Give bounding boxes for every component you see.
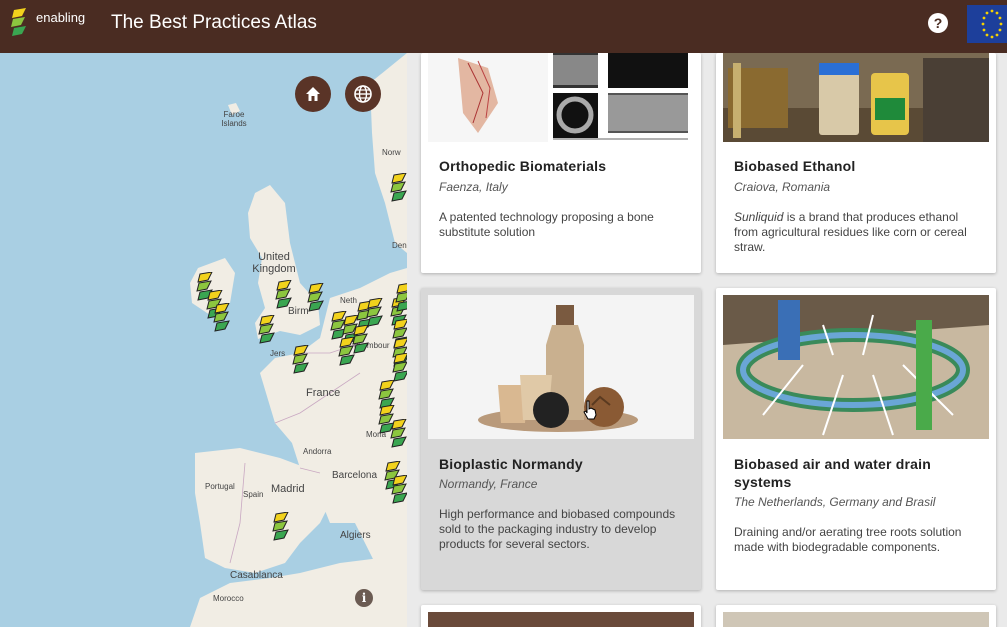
card-description: Sunliquid is a brand that produces ethan… [734,210,979,255]
map-marker-icon[interactable] [391,475,407,505]
practice-card-biobased-ethanol[interactable]: Biobased Ethanol Craiova, Romania Sunliq… [716,53,996,273]
info-button[interactable]: i [355,589,373,607]
map-label: United Kingdom [252,251,296,275]
map-marker-icon[interactable] [213,303,231,333]
eu-flag-icon [967,5,1007,43]
map-label: Portugal [205,482,235,491]
partial-card-image [428,612,694,627]
map-label: Morocco [213,594,244,603]
map-marker-icon[interactable] [392,353,407,383]
map-marker-icon[interactable] [366,298,384,328]
biobased-ethanol-image [723,53,989,142]
card-description-brand: Sunliquid [734,210,784,224]
orthopedic-biomaterials-image [428,53,694,142]
map-label: Den [392,241,407,250]
map-label: Algiers [340,530,371,541]
partial-card-image [723,612,989,627]
card-title: Biobased Ethanol [734,158,856,174]
map-label: Jers [270,349,286,358]
practice-card-partial[interactable] [421,605,701,627]
best-practices-panel[interactable]: Orthopedic Biomaterials Faenza, Italy A … [407,53,1007,627]
map-marker-icon[interactable] [292,345,310,375]
globe-icon [354,85,372,103]
logo-text: enabling [36,9,86,25]
map-marker-icon[interactable] [390,173,407,203]
practice-card-bioplastic-normandy[interactable]: Bioplastic Normandy Normandy, France Hig… [421,288,701,590]
map-label: Faroe Islands [221,110,247,128]
map-label: Madrid [271,483,305,495]
logo-leaf-icon [11,8,26,36]
card-title: Bioplastic Normandy [439,456,583,472]
pointer-cursor-icon [583,400,597,420]
app-header: enabling The Best Practices Atlas ? [0,0,1007,53]
map-label: Norw [382,148,401,157]
map-marker-icon[interactable] [272,512,290,542]
globe-button[interactable] [345,76,381,112]
enabling-logo[interactable]: enabling [10,7,90,39]
page-title: The Best Practices Atlas [111,12,317,33]
drain-systems-image [723,295,989,439]
card-description: A patented technology proposing a bone s… [439,210,654,239]
practice-card-biobased-drain-systems[interactable]: Biobased air and water drain systems The… [716,288,996,590]
card-location: Normandy, France [439,477,538,491]
map-label: Neth [340,296,357,305]
map-label: Spain [243,490,264,499]
card-location: The Netherlands, Germany and Brasil [734,495,936,509]
bioplastic-normandy-image [428,295,694,439]
map-marker-icon[interactable] [352,325,370,355]
atlas-map[interactable]: Faroe Islands United Kingdom Birm Norw D… [0,53,407,627]
card-description: High performance and biobased compounds … [439,507,676,551]
card-description: Draining and/or aerating tree roots solu… [734,525,962,554]
home-icon [306,87,320,101]
map-marker-icon[interactable] [395,283,407,313]
practice-card-orthopedic-biomaterials[interactable]: Orthopedic Biomaterials Faenza, Italy A … [421,53,701,273]
map-label: Barcelona [332,470,378,481]
card-location: Craiova, Romania [734,180,831,194]
card-location: Faenza, Italy [439,180,508,194]
map-label: Casablanca [230,570,283,581]
map-marker-icon[interactable] [275,280,293,310]
home-button[interactable] [295,76,331,112]
card-title: Orthopedic Biomaterials [439,158,607,174]
card-title: Biobased air and water drain systems [734,456,931,490]
map-marker-icon[interactable] [390,419,407,449]
map-marker-icon[interactable] [307,283,325,313]
map-label: Andorra [303,447,332,456]
practice-card-partial[interactable] [716,605,996,627]
map-label: France [306,387,341,399]
help-button[interactable]: ? [928,13,948,33]
map-marker-icon[interactable] [258,315,276,345]
